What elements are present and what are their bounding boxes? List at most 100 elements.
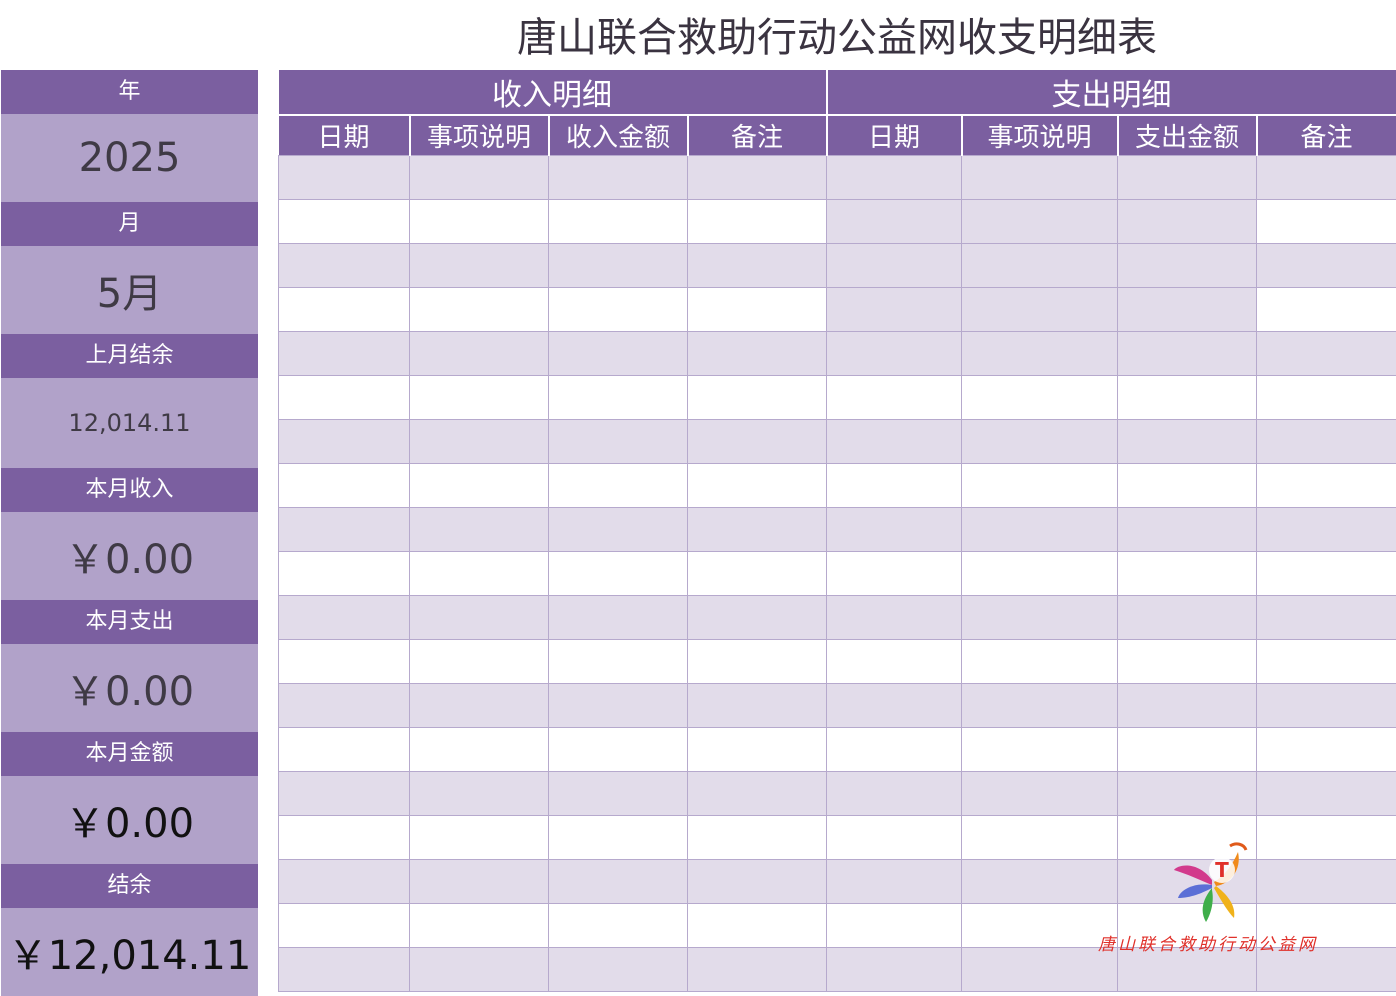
income-amount-cell[interactable] xyxy=(549,155,688,199)
income-date-cell[interactable] xyxy=(279,727,410,771)
income-amount-cell[interactable] xyxy=(549,507,688,551)
income-date-cell[interactable] xyxy=(279,947,410,991)
income-date-cell[interactable] xyxy=(279,331,410,375)
expense-desc-cell[interactable] xyxy=(962,419,1118,463)
income-note-cell[interactable] xyxy=(688,199,827,243)
income-amount-cell[interactable] xyxy=(549,419,688,463)
income-date-cell[interactable] xyxy=(279,683,410,727)
expense-note-cell[interactable] xyxy=(1257,463,1396,507)
income-desc-cell[interactable] xyxy=(410,947,549,991)
expense-amount-cell[interactable] xyxy=(1118,639,1257,683)
expense-amount-cell[interactable] xyxy=(1118,463,1257,507)
income-desc-cell[interactable] xyxy=(410,815,549,859)
income-date-cell[interactable] xyxy=(279,903,410,947)
income-date-cell[interactable] xyxy=(279,551,410,595)
expense-amount-cell[interactable] xyxy=(1118,727,1257,771)
expense-desc-cell[interactable] xyxy=(962,287,1118,331)
income-note-cell[interactable] xyxy=(688,551,827,595)
expense-desc-cell[interactable] xyxy=(962,331,1118,375)
income-date-cell[interactable] xyxy=(279,463,410,507)
expense-date-cell[interactable] xyxy=(827,947,962,991)
expense-amount-cell[interactable] xyxy=(1118,331,1257,375)
income-desc-cell[interactable] xyxy=(410,287,549,331)
expense-date-cell[interactable] xyxy=(827,683,962,727)
expense-date-cell[interactable] xyxy=(827,551,962,595)
income-date-cell[interactable] xyxy=(279,287,410,331)
income-amount-cell[interactable] xyxy=(549,771,688,815)
expense-desc-cell[interactable] xyxy=(962,155,1118,199)
expense-date-cell[interactable] xyxy=(827,815,962,859)
income-amount-cell[interactable] xyxy=(549,815,688,859)
income-amount-cell[interactable] xyxy=(549,859,688,903)
expense-date-cell[interactable] xyxy=(827,771,962,815)
expense-note-cell[interactable] xyxy=(1257,507,1396,551)
expense-desc-cell[interactable] xyxy=(962,771,1118,815)
expense-desc-cell[interactable] xyxy=(962,595,1118,639)
income-date-cell[interactable] xyxy=(279,419,410,463)
income-desc-cell[interactable] xyxy=(410,331,549,375)
expense-amount-cell[interactable] xyxy=(1118,243,1257,287)
income-note-cell[interactable] xyxy=(688,243,827,287)
expense-note-cell[interactable] xyxy=(1257,727,1396,771)
income-note-cell[interactable] xyxy=(688,375,827,419)
expense-note-cell[interactable] xyxy=(1257,155,1396,199)
income-amount-cell[interactable] xyxy=(549,639,688,683)
expense-desc-cell[interactable] xyxy=(962,903,1118,947)
income-note-cell[interactable] xyxy=(688,331,827,375)
month-expense-value[interactable]: ￥0.00 xyxy=(1,644,258,732)
income-date-cell[interactable] xyxy=(279,859,410,903)
income-note-cell[interactable] xyxy=(688,815,827,859)
expense-note-cell[interactable] xyxy=(1257,331,1396,375)
expense-note-cell[interactable] xyxy=(1257,595,1396,639)
expense-amount-cell[interactable] xyxy=(1118,287,1257,331)
income-date-cell[interactable] xyxy=(279,155,410,199)
income-date-cell[interactable] xyxy=(279,639,410,683)
income-desc-cell[interactable] xyxy=(410,463,549,507)
income-amount-cell[interactable] xyxy=(549,903,688,947)
expense-date-cell[interactable] xyxy=(827,375,962,419)
expense-amount-cell[interactable] xyxy=(1118,375,1257,419)
income-amount-cell[interactable] xyxy=(549,463,688,507)
expense-date-cell[interactable] xyxy=(827,419,962,463)
expense-date-cell[interactable] xyxy=(827,199,962,243)
expense-desc-cell[interactable] xyxy=(962,463,1118,507)
income-amount-cell[interactable] xyxy=(549,287,688,331)
income-desc-cell[interactable] xyxy=(410,199,549,243)
expense-amount-cell[interactable] xyxy=(1118,155,1257,199)
income-date-cell[interactable] xyxy=(279,507,410,551)
prev-balance-value[interactable]: 12,014.11 xyxy=(1,378,258,468)
income-note-cell[interactable] xyxy=(688,859,827,903)
expense-date-cell[interactable] xyxy=(827,595,962,639)
income-desc-cell[interactable] xyxy=(410,683,549,727)
expense-desc-cell[interactable] xyxy=(962,639,1118,683)
expense-amount-cell[interactable] xyxy=(1118,771,1257,815)
expense-note-cell[interactable] xyxy=(1257,859,1396,903)
income-date-cell[interactable] xyxy=(279,771,410,815)
income-amount-cell[interactable] xyxy=(549,331,688,375)
expense-desc-cell[interactable] xyxy=(962,683,1118,727)
expense-desc-cell[interactable] xyxy=(962,947,1118,991)
expense-date-cell[interactable] xyxy=(827,243,962,287)
expense-date-cell[interactable] xyxy=(827,639,962,683)
expense-note-cell[interactable] xyxy=(1257,287,1396,331)
expense-date-cell[interactable] xyxy=(827,859,962,903)
income-note-cell[interactable] xyxy=(688,507,827,551)
income-amount-cell[interactable] xyxy=(549,375,688,419)
expense-amount-cell[interactable] xyxy=(1118,683,1257,727)
income-date-cell[interactable] xyxy=(279,243,410,287)
year-value[interactable]: 2025 xyxy=(1,114,258,202)
expense-note-cell[interactable] xyxy=(1257,419,1396,463)
expense-note-cell[interactable] xyxy=(1257,375,1396,419)
income-desc-cell[interactable] xyxy=(410,243,549,287)
income-date-cell[interactable] xyxy=(279,815,410,859)
income-note-cell[interactable] xyxy=(688,155,827,199)
income-note-cell[interactable] xyxy=(688,903,827,947)
income-amount-cell[interactable] xyxy=(549,199,688,243)
income-note-cell[interactable] xyxy=(688,463,827,507)
expense-desc-cell[interactable] xyxy=(962,507,1118,551)
expense-amount-cell[interactable] xyxy=(1118,551,1257,595)
expense-desc-cell[interactable] xyxy=(962,243,1118,287)
expense-amount-cell[interactable] xyxy=(1118,419,1257,463)
income-desc-cell[interactable] xyxy=(410,551,549,595)
income-amount-cell[interactable] xyxy=(549,243,688,287)
